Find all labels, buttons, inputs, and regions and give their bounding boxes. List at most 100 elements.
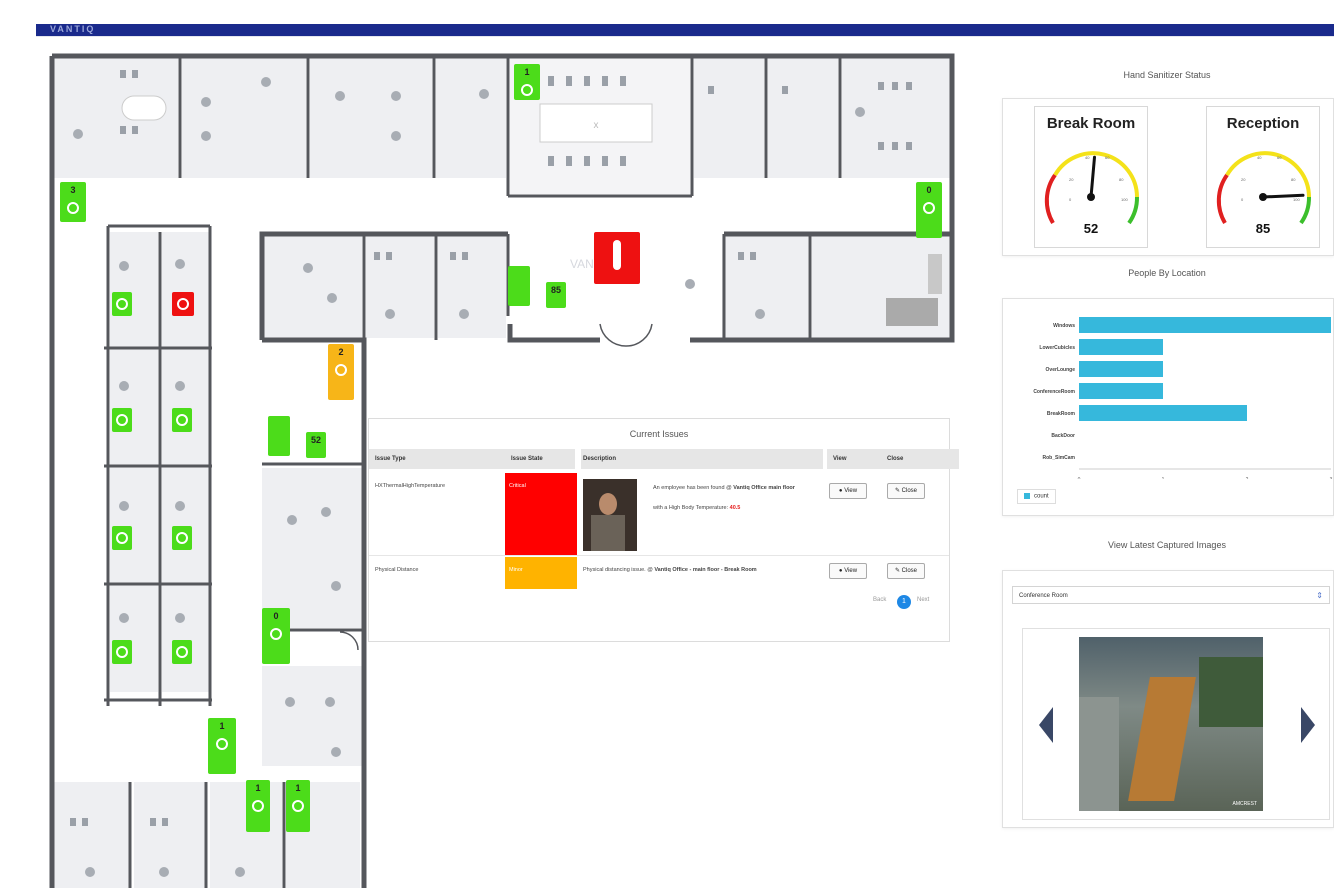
hand-sanitizer-icon: [116, 298, 128, 310]
gauge-needle: [1089, 155, 1096, 199]
gauge-reception[interactable]: Reception 0 20 40 60 80 100 85: [1206, 106, 1320, 248]
dispenser-icon[interactable]: [508, 266, 530, 306]
hand-sanitizer-icon: [216, 738, 228, 750]
carousel-prev-arrow[interactable]: [1039, 707, 1053, 743]
hand-sanitizer-icon: [252, 800, 264, 812]
sensor-lower-hall[interactable]: 0: [262, 608, 290, 664]
category-label: Windows: [1053, 323, 1075, 329]
row-divider: [369, 555, 949, 556]
people-by-location-chart: Windows LowerCubicles OverLounge Conference…: [1002, 298, 1334, 516]
col-issue-state[interactable]: Issue State: [509, 449, 575, 469]
hand-sanitizer-icon: [335, 364, 347, 376]
close-issue-button[interactable]: ✎ Close: [887, 563, 925, 579]
current-issues-title: Current Issues: [629, 429, 689, 439]
dispenser-level-reception[interactable]: 52: [306, 432, 326, 458]
category-label: LowerCubicles: [1039, 345, 1075, 351]
svg-text:x: x: [594, 120, 599, 131]
image-carousel: AMCREST: [1022, 628, 1330, 820]
issue-description: Physical distancing issue. @ Vantiq Offi…: [583, 567, 757, 573]
camera-brand-watermark: AMCREST: [1232, 801, 1257, 807]
bar-Windows: [1079, 317, 1331, 333]
col-issue-type[interactable]: Issue Type: [369, 449, 509, 469]
thermal-camera-alert[interactable]: [594, 232, 640, 284]
svg-text:60: 60: [1277, 155, 1282, 160]
hand-sanitizer-icon: [923, 202, 935, 214]
svg-text:80: 80: [1291, 177, 1296, 182]
captured-images-title: View Latest Captured Images: [1108, 540, 1226, 550]
divider: [36, 36, 1334, 37]
sensor-side-door[interactable]: 1: [286, 780, 310, 832]
gauge-needle: [1261, 193, 1305, 199]
sensor-lower-cubicles[interactable]: 1: [208, 718, 236, 774]
view-issue-button[interactable]: ● View: [829, 563, 867, 579]
x-tick-label: 1: [1162, 477, 1165, 479]
dispenser-icon[interactable]: [268, 416, 290, 456]
thermometer-icon: [613, 240, 621, 270]
cubicle-marker-alert[interactable]: [172, 292, 194, 316]
sensor-back-door[interactable]: 1: [246, 780, 270, 832]
hand-sanitizer-icon: [116, 532, 128, 544]
svg-text:40: 40: [1257, 155, 1262, 160]
col-view: View: [827, 449, 883, 469]
cubicle-marker[interactable]: [112, 408, 132, 432]
chart-legend[interactable]: count: [1017, 489, 1056, 504]
close-issue-button[interactable]: ✎ Close: [887, 483, 925, 499]
category-label: ConferenceRoom: [1033, 389, 1075, 395]
col-description[interactable]: Description: [581, 449, 823, 469]
svg-text:100: 100: [1121, 197, 1128, 202]
category-label: BreakRoom: [1047, 411, 1076, 417]
cubicle-marker[interactable]: [112, 526, 132, 550]
carousel-next-arrow[interactable]: [1301, 707, 1315, 743]
bar-chart: Windows LowerCubicles OverLounge Conference…: [1033, 317, 1333, 479]
svg-text:20: 20: [1241, 177, 1246, 182]
sensor-lounge[interactable]: 2: [328, 344, 354, 400]
hand-sanitizer-icon: [67, 202, 79, 214]
hand-sanitizer-icon: [176, 414, 188, 426]
svg-text:0: 0: [1241, 197, 1244, 202]
sensor-west-hall[interactable]: 3: [60, 182, 86, 222]
x-tick-label: 0: [1078, 477, 1081, 479]
sensor-conference-room[interactable]: 1: [514, 64, 540, 100]
issue-type-cell: Physical Distance: [375, 567, 419, 573]
gauge-value: 85: [1255, 221, 1271, 236]
cubicle-marker[interactable]: [172, 408, 192, 432]
pager-next[interactable]: Next: [917, 597, 929, 603]
pager-back[interactable]: Back: [873, 597, 886, 603]
top-bar: VANTIQ: [36, 24, 1334, 36]
current-issues-panel: Current Issues Issue Type Issue State De…: [368, 418, 959, 642]
cubicle-marker[interactable]: [112, 640, 132, 664]
hand-sanitizer-title: Hand Sanitizer Status: [1123, 70, 1211, 80]
captured-person-thumbnail[interactable]: [583, 479, 637, 551]
category-label: OverLounge: [1046, 367, 1076, 373]
hand-sanitizer-icon: [270, 628, 282, 640]
hand-sanitizer-icon: [292, 800, 304, 812]
issue-type-cell: HXThermalHighTemperature: [375, 483, 445, 489]
issue-state-minor: Minor: [505, 557, 577, 589]
svg-text:80: 80: [1119, 177, 1124, 182]
hand-sanitizer-icon: [177, 298, 189, 310]
captured-camera-image[interactable]: AMCREST: [1079, 637, 1263, 811]
view-issue-button[interactable]: ● View: [829, 483, 867, 499]
cubicle-marker[interactable]: [172, 640, 192, 664]
issue-state-critical: Critical: [505, 473, 577, 555]
x-tick-label: 3: [1330, 477, 1333, 479]
cubicle-marker[interactable]: [112, 292, 132, 316]
svg-text:60: 60: [1105, 155, 1110, 160]
sensor-east-wing[interactable]: 0: [916, 182, 942, 238]
location-select[interactable]: Conference Room ⇕: [1012, 586, 1330, 604]
cubicle-marker[interactable]: [172, 526, 192, 550]
svg-text:0: 0: [1069, 197, 1072, 202]
bar-OverLounge: [1079, 361, 1163, 377]
hand-sanitizer-icon: [116, 414, 128, 426]
gauge-break-room[interactable]: Break Room 0 20 40 60 80 100 52: [1034, 106, 1148, 248]
issue-description: An employee has been found @ Vantiq Offi…: [653, 485, 795, 511]
category-label: BackDoor: [1051, 433, 1075, 439]
pager-current-page[interactable]: 1: [897, 595, 911, 609]
gauge-value: 52: [1083, 221, 1099, 236]
hand-sanitizer-icon: [116, 646, 128, 658]
dispenser-level-break-room[interactable]: 85: [546, 282, 566, 308]
x-tick-label: 2: [1246, 477, 1249, 479]
bar-BreakRoom: [1079, 405, 1247, 421]
people-by-location-title: People By Location: [1128, 268, 1206, 278]
bar-LowerCubicles: [1079, 339, 1163, 355]
